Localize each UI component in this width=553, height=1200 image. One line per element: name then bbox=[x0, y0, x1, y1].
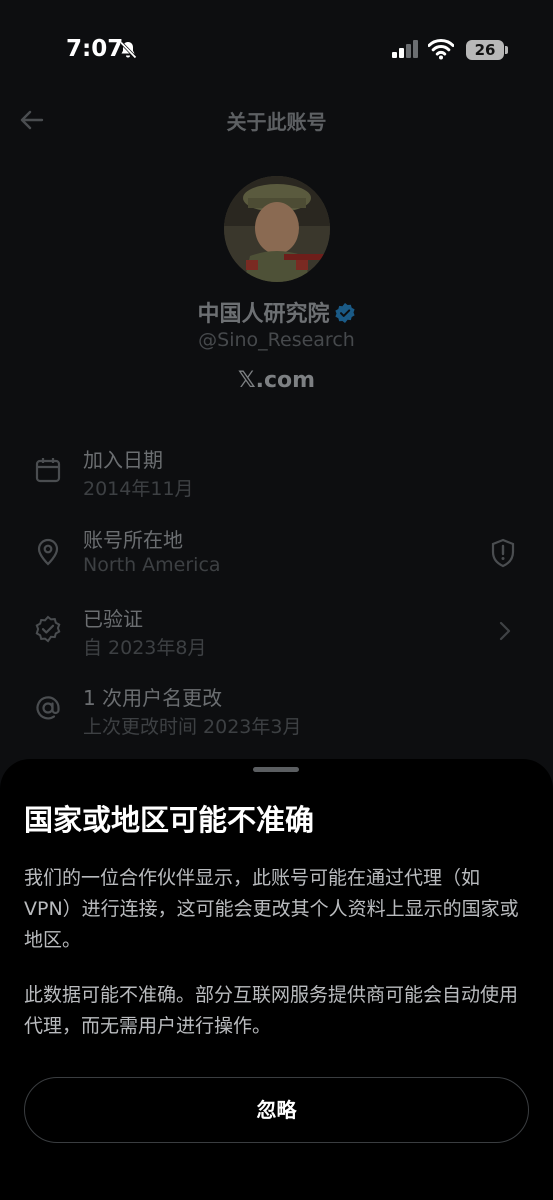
bottom-sheet: 国家或地区可能不准确 我们的一位合作伙伴显示，此账号可能在通过代理（如 VPN）… bbox=[0, 759, 553, 1200]
sheet-title: 国家或地区可能不准确 bbox=[24, 803, 315, 837]
sheet-drag-handle[interactable] bbox=[253, 767, 299, 772]
dismiss-button[interactable]: 忽略 bbox=[24, 1077, 529, 1143]
sheet-paragraph-2: 此数据可能不准确。部分互联网服务提供商可能会自动使用代理，而无需用户进行操作。 bbox=[24, 984, 519, 1037]
sheet-paragraph-1: 我们的一位合作伙伴显示，此账号可能在通过代理（如 VPN）进行连接，这可能会更改… bbox=[24, 867, 519, 951]
screen: 7:07 26 关于此账号 中国人研究院 @Sino_Research 𝕏.co… bbox=[0, 0, 553, 1200]
